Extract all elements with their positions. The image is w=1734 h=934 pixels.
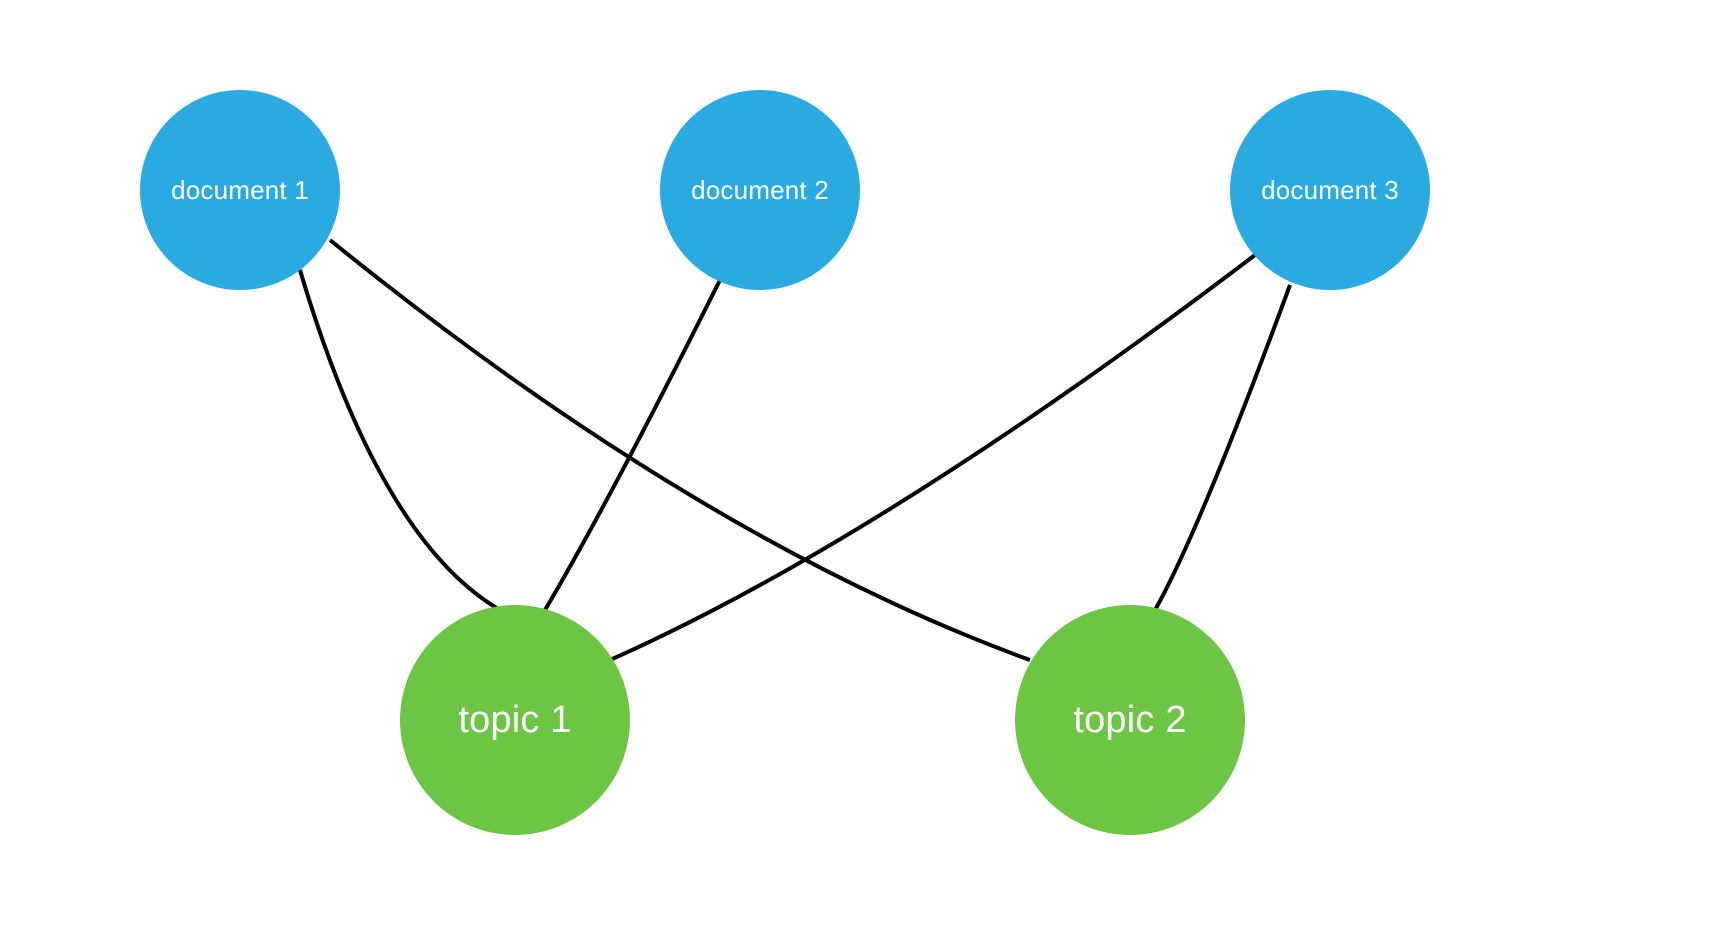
node-document-3: document 3 <box>1230 90 1430 290</box>
node-document-1: document 1 <box>140 90 340 290</box>
edge-doc1-topic1 <box>300 270 500 610</box>
diagram-canvas: document 1 document 2 document 3 topic 1… <box>0 0 1734 934</box>
node-label: document 3 <box>1261 175 1399 206</box>
edge-doc1-topic2 <box>330 240 1030 660</box>
node-label: document 1 <box>171 175 309 206</box>
node-label: topic 2 <box>1073 699 1186 742</box>
node-document-2: document 2 <box>660 90 860 290</box>
node-topic-2: topic 2 <box>1015 605 1245 835</box>
node-topic-1: topic 1 <box>400 605 630 835</box>
edge-doc2-topic1 <box>545 280 720 610</box>
node-label: document 2 <box>691 175 829 206</box>
edge-doc3-topic1 <box>610 255 1255 660</box>
edge-doc3-topic2 <box>1155 285 1290 610</box>
node-label: topic 1 <box>458 699 571 742</box>
